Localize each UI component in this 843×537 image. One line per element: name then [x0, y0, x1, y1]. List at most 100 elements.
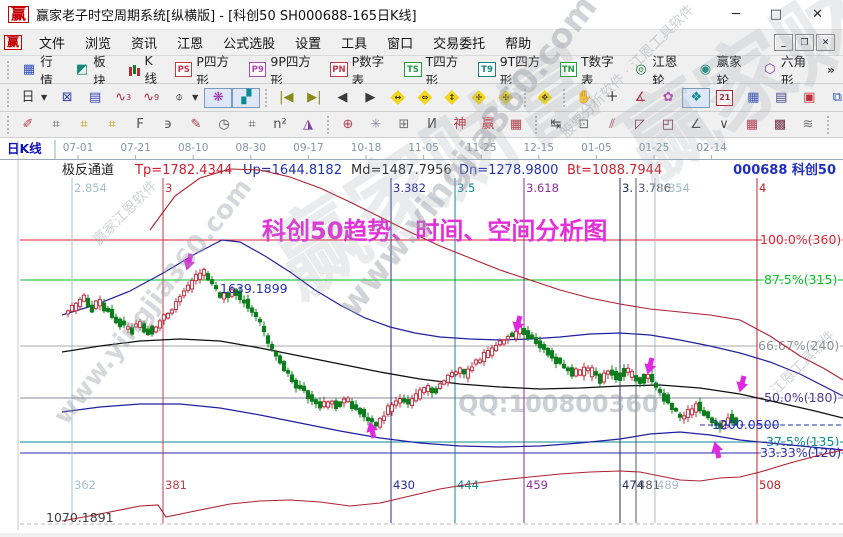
- flower-chart-button[interactable]: ❋: [204, 88, 232, 108]
- toolbar-overflow-icon[interactable]: »: [821, 62, 841, 77]
- ratio-tool[interactable]: ⊨: [834, 115, 843, 135]
- square-number-tool-icon: n²: [272, 117, 288, 133]
- svg-text:3: 3: [165, 181, 172, 195]
- circle-cross-tool[interactable]: ⊕: [334, 115, 362, 135]
- calculator-button-icon: ▦: [745, 90, 761, 106]
- 9t-square-button-icon: T9: [478, 62, 495, 77]
- export-button[interactable]: ⧉: [823, 88, 843, 108]
- prev-page-button[interactable]: ◀: [328, 88, 356, 108]
- toolbar-grip[interactable]: [7, 116, 9, 134]
- angle-line-tool[interactable]: ∠: [682, 115, 710, 135]
- pattern-box-button[interactable]: ⊠: [53, 88, 81, 108]
- hexagon-button-icon: ⬡: [763, 62, 777, 78]
- svg-text:3.382: 3.382: [393, 181, 426, 195]
- last-page-button[interactable]: ▶|: [300, 88, 328, 108]
- candle-style-selector[interactable]: ⌽▼: [165, 88, 204, 108]
- shen-grid-tool[interactable]: 神: [446, 115, 474, 135]
- square-fan-tool[interactable]: ◸: [626, 115, 654, 135]
- width-measure-tool-icon: ↹: [548, 117, 564, 133]
- box-tool[interactable]: ⊡: [570, 115, 598, 135]
- export-button-icon: ⧉: [829, 90, 843, 106]
- color-stats-button[interactable]: ▞: [232, 88, 260, 108]
- p-square-button-label: P四方形: [196, 51, 237, 89]
- window-title: 赢家老子时空周期系统[纵横版] - [科创50 SH000688-165日K线]: [36, 5, 417, 24]
- stats-tool-button[interactable]: ❖: [682, 88, 710, 108]
- width-measure-tool[interactable]: ↹: [542, 115, 570, 135]
- report-button[interactable]: ▤: [81, 88, 109, 108]
- expand-all-button[interactable]: ✛: [465, 88, 492, 107]
- f-grid-tool[interactable]: F: [126, 115, 154, 135]
- p-square-button-icon: PS: [175, 62, 192, 77]
- first-page-button[interactable]: |◀: [272, 88, 300, 108]
- app-logo-icon: 赢: [8, 6, 29, 23]
- move-view-button[interactable]: ✥: [531, 88, 558, 107]
- pan-hand-button[interactable]: ✋: [570, 88, 598, 108]
- svg-text:Tp=1782.4344: Tp=1782.4344: [134, 163, 232, 178]
- bow-tool[interactable]: ϶: [154, 115, 182, 135]
- period-selector[interactable]: 日▼: [14, 88, 53, 108]
- ying-grid-tool[interactable]: 赢: [474, 115, 502, 135]
- save-button[interactable]: ▣: [795, 88, 823, 108]
- expand-vertical-button[interactable]: ↕: [438, 88, 465, 107]
- square-number-tool[interactable]: n²: [266, 115, 294, 135]
- svg-text:07-21: 07-21: [120, 142, 151, 154]
- drawing-toolbar: ✐⌗⌗⌗F϶✎◷⌗n²◮⊕✳⊞И神赢▦↹⊡⫽◸◰∠∨▦▩≋⊨⁒%‰»⊞»: [0, 112, 843, 138]
- wave3-button[interactable]: ∿3: [109, 88, 137, 108]
- kline-button[interactable]: K线: [122, 51, 169, 89]
- gold-grid-tool-1[interactable]: ⌗: [70, 115, 98, 135]
- shrink-horizontal-button[interactable]: ⇔: [411, 88, 438, 107]
- expand-horizontal-button[interactable]: ↔: [384, 88, 411, 107]
- gold-grid-tool-2[interactable]: ⌗: [98, 115, 126, 135]
- t-square-button-icon: TS: [404, 62, 421, 77]
- winner-wheel-button-icon: ◉: [698, 62, 712, 78]
- kline-chart-svg: 07-0107-2108-1008-3009-1710-1811-0511-25…: [0, 138, 843, 533]
- kline-chart-area[interactable]: 07-0107-2108-1008-3009-1710-1811-0511-25…: [0, 138, 843, 533]
- star-grid-tool[interactable]: ✳: [362, 115, 390, 135]
- grid-tool[interactable]: ⌗: [42, 115, 70, 135]
- compress-all-button[interactable]: ✣: [492, 88, 519, 107]
- expand-all-button-icon: ✛: [471, 90, 486, 105]
- gather-tool-button[interactable]: ✿: [654, 88, 682, 108]
- gold-grid-tool-2-icon: ⌗: [104, 117, 120, 133]
- pen-tool[interactable]: ✐: [14, 115, 42, 135]
- numbered-grid-tool[interactable]: ▩: [766, 115, 794, 135]
- toolbar-separator: [827, 116, 829, 134]
- grid-tool-2[interactable]: ⌗: [238, 115, 266, 135]
- gann-wheel-button-icon: ◎: [634, 62, 648, 78]
- toolbar-grip[interactable]: [7, 61, 11, 79]
- gann-fan-tool[interactable]: ⫽: [598, 115, 626, 135]
- wave9-button[interactable]: ∿9: [137, 88, 165, 108]
- minimize-icon[interactable]: ─: [732, 7, 740, 22]
- 9p-square-button-label: 9P四方形: [270, 51, 318, 89]
- close-icon[interactable]: ✕: [812, 7, 823, 22]
- calendar-button[interactable]: 21: [710, 88, 739, 108]
- expand-vertical-button-icon: ↕: [444, 90, 459, 105]
- v-line-tool[interactable]: ∨: [710, 115, 738, 135]
- svg-text:科创50趋势、时间、空间分析图: 科创50趋势、时间、空间分析图: [262, 217, 607, 245]
- square-fan-tool-icon: ◸: [632, 117, 648, 133]
- toolbar-grip[interactable]: [7, 89, 9, 107]
- parallel-lines-tool[interactable]: ≋: [794, 115, 822, 135]
- notepad-button[interactable]: ▤: [767, 88, 795, 108]
- svg-text:10-18: 10-18: [351, 142, 382, 154]
- angle-measure-button[interactable]: ∡: [626, 88, 654, 108]
- angle-fan-tool[interactable]: ◮: [294, 115, 322, 135]
- maximize-icon[interactable]: □: [770, 7, 782, 22]
- square-grid-tool[interactable]: ⊞: [390, 115, 418, 135]
- svg-text:4: 4: [759, 181, 766, 195]
- svg-text:Up=1644.8182: Up=1644.8182: [243, 163, 342, 178]
- number-grid-tool[interactable]: ▦: [502, 115, 530, 135]
- next-page-button[interactable]: ▶: [356, 88, 384, 108]
- pen-tool-icon: ✐: [20, 117, 36, 133]
- svg-text:459: 459: [526, 478, 548, 492]
- filled-fan-tool[interactable]: ◰: [654, 115, 682, 135]
- dense-grid-tool[interactable]: ▦: [738, 115, 766, 135]
- brush-tool[interactable]: ✎: [182, 115, 210, 135]
- svg-text:2.854: 2.854: [74, 181, 107, 195]
- svg-text:430: 430: [393, 478, 415, 492]
- calculator-button[interactable]: ▦: [739, 88, 767, 108]
- n-wave-tool[interactable]: И: [418, 115, 446, 135]
- svg-text:12-15: 12-15: [524, 142, 555, 154]
- crosshair-button[interactable]: ＋: [598, 88, 626, 108]
- time-clock-tool[interactable]: ◷: [210, 115, 238, 135]
